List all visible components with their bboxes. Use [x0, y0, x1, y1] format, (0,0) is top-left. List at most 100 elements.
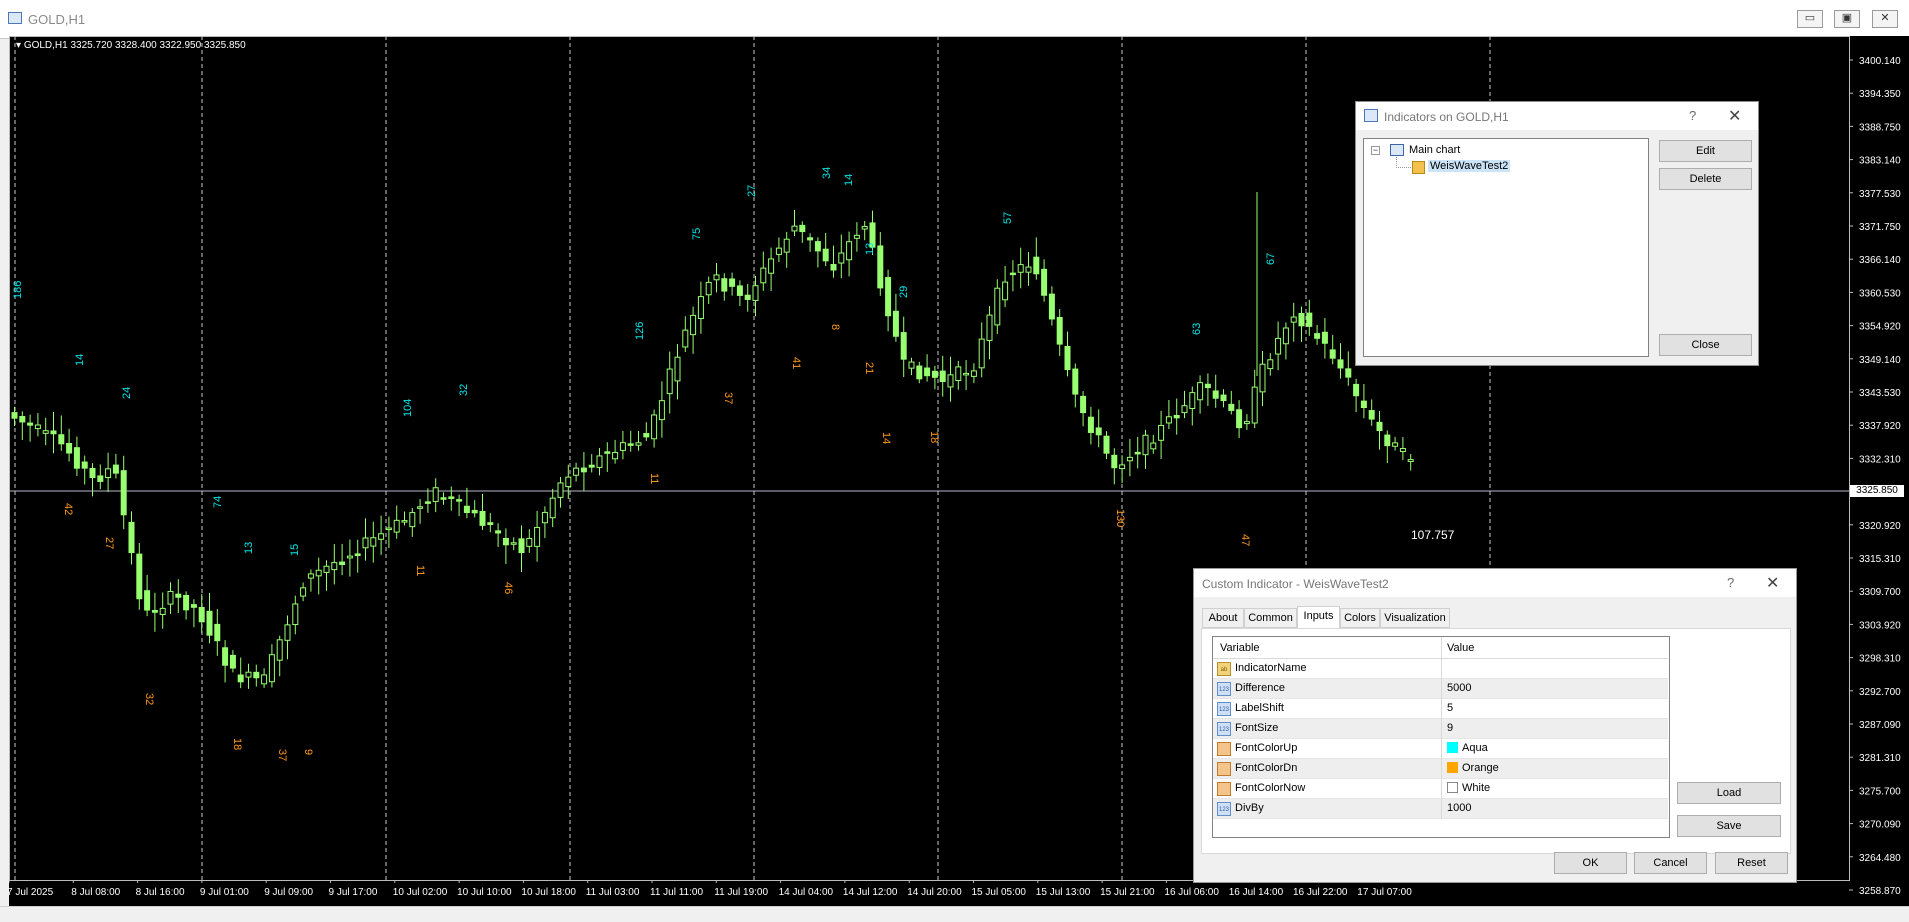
wave-down-label: 18	[231, 738, 243, 750]
candle-body	[674, 356, 681, 382]
price-label: 3298.310	[1859, 654, 1901, 665]
param-row[interactable]: 123 DivBy 1000	[1213, 799, 1668, 819]
param-value-cell[interactable]: Aqua	[1447, 739, 1488, 759]
tab-about[interactable]: About	[1202, 608, 1244, 628]
load-button[interactable]: Load	[1677, 782, 1781, 804]
candle-body	[1197, 382, 1204, 401]
save-button[interactable]: Save	[1677, 815, 1781, 837]
candle-body	[284, 624, 291, 641]
candle-body	[1150, 442, 1157, 450]
candle-body	[1399, 448, 1406, 452]
tab-common[interactable]: Common	[1244, 608, 1297, 628]
param-value-cell[interactable]: 9	[1447, 719, 1453, 739]
candle-body	[253, 671, 260, 679]
candle-body	[534, 527, 541, 547]
custom-dialog-titlebar: Custom Indicator - WeisWaveTest2 ? ✕	[1194, 569, 1796, 597]
candle-body	[1212, 390, 1219, 399]
custom-close-x-button[interactable]: ✕	[1766, 573, 1779, 593]
candle-body	[908, 361, 915, 369]
color-swatch	[1447, 782, 1458, 793]
candle-body	[1204, 383, 1211, 389]
wave-down-label: 9	[302, 749, 314, 755]
delete-button[interactable]: Delete	[1659, 168, 1752, 190]
candle-body	[721, 278, 728, 292]
candle-body	[1329, 349, 1336, 359]
time-label: 14 Jul 20:00	[907, 887, 962, 898]
reset-button[interactable]: Reset	[1715, 852, 1788, 874]
param-value-cell[interactable]: 5000	[1447, 679, 1471, 699]
price-label: 3275.700	[1859, 786, 1901, 797]
cell-divider	[1441, 679, 1442, 699]
candle-body	[1173, 414, 1180, 419]
param-value-cell[interactable]: White	[1447, 779, 1490, 799]
time-label: 16 Jul 06:00	[1164, 887, 1219, 898]
wave-up-label: 57	[1002, 212, 1014, 224]
edit-button[interactable]: Edit	[1659, 140, 1752, 162]
param-row[interactable]: 123 LabelShift 5	[1213, 699, 1668, 719]
tree-child-label[interactable]: WeisWaveTest2	[1428, 160, 1511, 172]
close-window-button[interactable]: ✕	[1872, 10, 1898, 28]
indicators-help-button[interactable]: ?	[1689, 108, 1696, 123]
param-row[interactable]: 123 FontSize 9	[1213, 719, 1668, 739]
price-label: 3354.920	[1859, 322, 1901, 333]
candle-body	[346, 555, 353, 559]
candle-body	[619, 442, 626, 451]
param-value-cell[interactable]: Orange	[1447, 759, 1499, 779]
candle-body	[799, 224, 806, 233]
ok-button[interactable]: OK	[1554, 852, 1627, 874]
collapse-icon[interactable]: −	[1371, 146, 1380, 155]
price-label: 3337.920	[1859, 421, 1901, 432]
candle-body	[34, 424, 41, 430]
indicator-tree[interactable]: − Main chart WeisWaveTest2	[1363, 138, 1649, 357]
main-chart-icon	[1390, 144, 1404, 156]
candle-body	[1243, 421, 1250, 425]
candle-body	[331, 562, 338, 571]
candle-body	[635, 442, 642, 446]
candle-body	[175, 593, 182, 598]
candle-body	[105, 468, 112, 478]
param-row[interactable]: FontColorUp Aqua	[1213, 739, 1668, 759]
inputs-grid[interactable]: Variable Value ab IndicatorName 123 Differe…	[1212, 636, 1670, 838]
time-label: 8 Jul 16:00	[136, 887, 185, 898]
close-button[interactable]: Close	[1659, 334, 1752, 356]
candle-body	[1337, 359, 1344, 369]
candle-body	[1360, 400, 1367, 408]
tree-root-label[interactable]: Main chart	[1409, 144, 1460, 156]
indicators-close-x-button[interactable]: ✕	[1728, 106, 1741, 126]
wave-up-label: 14	[843, 174, 855, 186]
custom-help-button[interactable]: ?	[1727, 575, 1734, 590]
tab-visualization[interactable]: Visualization	[1380, 608, 1450, 628]
param-value: 5000	[1447, 682, 1472, 694]
time-label: 10 Jul 02:00	[393, 887, 448, 898]
candle-body	[651, 414, 658, 440]
candle-body	[705, 281, 712, 296]
color-type-icon	[1217, 782, 1231, 796]
candle-body	[307, 573, 314, 579]
bottom-strip	[0, 906, 1909, 922]
param-row[interactable]: FontColorDn Orange	[1213, 759, 1668, 779]
restore-button[interactable]: ▣	[1834, 10, 1860, 28]
color-type-icon	[1217, 762, 1231, 776]
param-value-cell[interactable]: 1000	[1447, 799, 1471, 819]
cell-divider	[1441, 759, 1442, 779]
minimize-button[interactable]: ▭	[1797, 10, 1823, 28]
number-type-icon: 123	[1217, 702, 1231, 716]
candle-body	[1111, 454, 1118, 469]
wave-down-label: 21	[863, 362, 875, 374]
candle-body	[424, 501, 431, 504]
candle-body	[1345, 368, 1352, 378]
candle-body	[814, 241, 821, 252]
param-row[interactable]: ab IndicatorName	[1213, 659, 1668, 679]
candle-body	[1228, 403, 1235, 411]
candle-body	[1056, 317, 1063, 345]
wave-up-label: 34	[821, 167, 833, 179]
candle-body	[292, 603, 299, 626]
param-value-cell[interactable]: 5	[1447, 699, 1453, 719]
param-row[interactable]: FontColorNow White	[1213, 779, 1668, 799]
tab-inputs[interactable]: Inputs	[1297, 606, 1340, 629]
candle-body	[73, 447, 80, 469]
tab-colors[interactable]: Colors	[1340, 608, 1380, 628]
param-row[interactable]: 123 Difference 5000	[1213, 679, 1668, 699]
candle-body	[1033, 256, 1040, 275]
cancel-button[interactable]: Cancel	[1634, 852, 1707, 874]
